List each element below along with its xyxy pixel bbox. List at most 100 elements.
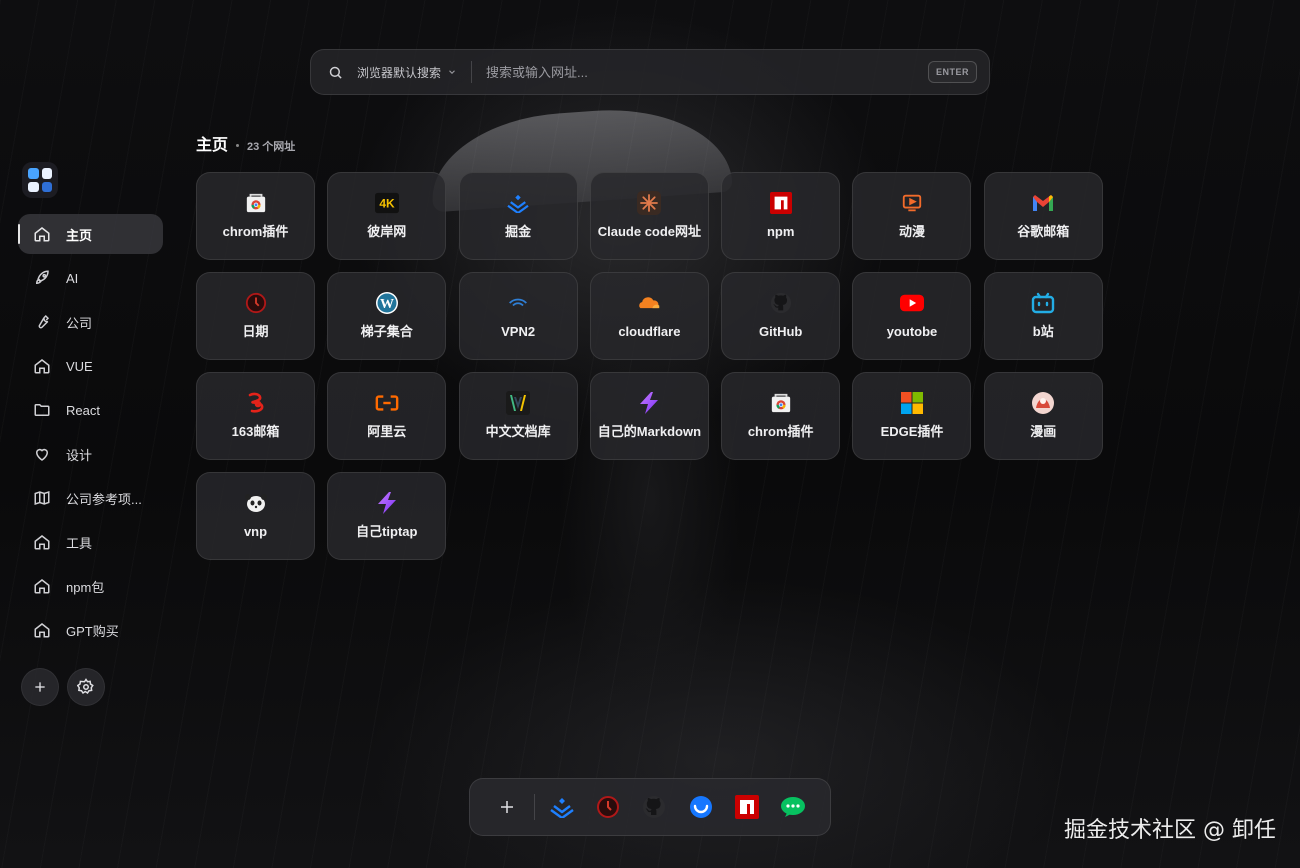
sidebar-item-label: AI bbox=[66, 270, 79, 286]
site-tile[interactable]: npm bbox=[721, 172, 841, 260]
dock-item-clock[interactable] bbox=[585, 783, 631, 831]
rocket-icon bbox=[32, 268, 52, 288]
sidebar-item-npm-packages[interactable]: npm包 bbox=[18, 566, 163, 606]
quick-dock bbox=[469, 778, 831, 836]
site-tile[interactable]: cloudflare bbox=[589, 272, 709, 360]
site-tile-label: 自己的Markdown bbox=[597, 423, 702, 439]
juejin-icon bbox=[550, 798, 574, 818]
npm-icon bbox=[734, 795, 759, 819]
site-count: 23 个网址 bbox=[247, 141, 296, 153]
search-engine-label: 浏览器默认搜索 bbox=[357, 65, 442, 80]
site-tile[interactable]: b站 bbox=[983, 272, 1103, 360]
site-tile-label: 阿里云 bbox=[367, 423, 407, 439]
npm-icon bbox=[769, 191, 793, 215]
site-tile-label: GitHub bbox=[759, 323, 803, 339]
dock-item-npm[interactable] bbox=[724, 783, 770, 831]
site-tile-label: EDGE插件 bbox=[880, 423, 944, 439]
site-tile-label: 梯子集合 bbox=[360, 323, 413, 339]
dock-item-github[interactable] bbox=[631, 783, 677, 831]
netease-icon bbox=[244, 391, 268, 415]
site-tile-label: b站 bbox=[1032, 323, 1054, 339]
separator-dot bbox=[236, 144, 240, 147]
site-tile[interactable]: 中文文档库 bbox=[458, 372, 578, 460]
site-grid: chrom插件 4K 彼岸网 掘金 Claude code网址 npm 动漫 谷… bbox=[196, 172, 1103, 560]
dock-item-smile[interactable] bbox=[678, 783, 724, 831]
bolt-icon bbox=[375, 491, 399, 515]
sidebar-item-react[interactable]: React bbox=[18, 390, 163, 430]
site-tile[interactable]: 动漫 bbox=[852, 172, 972, 260]
site-tile-label: vnp bbox=[243, 523, 268, 539]
search-icon bbox=[327, 64, 343, 80]
home-icon bbox=[32, 356, 52, 376]
site-tile-label: 自己tiptap bbox=[356, 523, 418, 539]
plus-icon bbox=[501, 801, 514, 813]
site-tile[interactable]: 自己的Markdown bbox=[589, 372, 709, 460]
site-tile-label: cloudflare bbox=[618, 323, 681, 339]
sidebar-item-company-reference[interactable]: 公司参考项... bbox=[18, 478, 163, 518]
juejin-icon bbox=[506, 191, 530, 215]
home-icon bbox=[32, 620, 52, 640]
sidebar-item-ai[interactable]: AI bbox=[18, 258, 163, 298]
site-tile[interactable]: 漫画 bbox=[983, 372, 1103, 460]
watermark: 掘金技术社区 @ 卸任 bbox=[1064, 818, 1276, 843]
site-tile[interactable]: Claude code网址 bbox=[589, 172, 709, 260]
dock-add-button[interactable] bbox=[484, 783, 530, 831]
dock-item-juejin[interactable] bbox=[539, 783, 585, 831]
sidebar-item-label: VUE bbox=[66, 358, 93, 374]
wordpress-icon: W bbox=[375, 291, 399, 315]
site-tile[interactable]: 日期 bbox=[196, 272, 315, 360]
windows-icon bbox=[900, 391, 924, 415]
cloudflare-icon bbox=[637, 291, 661, 315]
sidebar-item-label: React bbox=[66, 402, 100, 418]
settings-button[interactable] bbox=[67, 668, 105, 706]
sidebar-item-label: 公司 bbox=[66, 315, 93, 331]
site-tile[interactable]: vnp bbox=[196, 472, 315, 560]
site-tile[interactable]: chrom插件 bbox=[196, 172, 315, 260]
site-tile-label: youtobe bbox=[886, 323, 938, 339]
site-tile[interactable]: EDGE插件 bbox=[852, 372, 972, 460]
enter-key-hint[interactable]: ENTER bbox=[927, 61, 977, 83]
site-tile[interactable]: W 梯子集合 bbox=[327, 272, 447, 360]
sidebar-item-company[interactable]: 公司 bbox=[18, 302, 163, 342]
clock-icon bbox=[597, 796, 620, 818]
search-bar: 浏览器默认搜索 ENTER bbox=[310, 49, 990, 95]
app-logo[interactable] bbox=[22, 162, 58, 198]
dock-item-wechat[interactable] bbox=[770, 783, 816, 831]
site-tile[interactable]: 阿里云 bbox=[327, 372, 447, 460]
sidebar-item-label: 公司参考项... bbox=[66, 491, 142, 507]
site-tile[interactable]: GitHub bbox=[721, 272, 841, 360]
sidebar-item-label: 工具 bbox=[66, 535, 93, 551]
sidebar-item-tools[interactable]: 工具 bbox=[18, 522, 163, 562]
sidebar-item-vue[interactable]: VUE bbox=[18, 346, 163, 386]
dock-separator bbox=[534, 794, 536, 820]
site-tile[interactable]: 掘金 bbox=[458, 172, 578, 260]
vue-doc-icon bbox=[506, 390, 531, 415]
4k-icon: 4K bbox=[374, 191, 399, 215]
site-tile[interactable]: chrom插件 bbox=[721, 372, 841, 460]
sidebar-item-gpt-purchase[interactable]: GPT购买 bbox=[18, 610, 163, 650]
sidebar-item-home[interactable]: 主页 bbox=[18, 214, 163, 254]
plus-icon bbox=[35, 682, 45, 692]
wrench-icon bbox=[32, 312, 52, 332]
site-tile[interactable]: 谷歌邮箱 bbox=[983, 172, 1103, 260]
map-icon bbox=[32, 488, 52, 508]
search-input[interactable] bbox=[486, 64, 928, 80]
site-tile[interactable]: 4K 彼岸网 bbox=[327, 172, 447, 260]
site-tile[interactable]: youtobe bbox=[852, 272, 972, 360]
wifi-icon bbox=[506, 291, 530, 315]
site-tile-label: 动漫 bbox=[898, 223, 925, 239]
site-tile[interactable]: 163邮箱 bbox=[196, 372, 315, 460]
site-tile-label: VPN2 bbox=[501, 323, 536, 339]
smile-icon bbox=[689, 796, 712, 818]
site-tile[interactable]: 自己tiptap bbox=[327, 472, 447, 560]
bilibili-icon bbox=[1031, 291, 1055, 315]
svg-text:W: W bbox=[380, 297, 394, 312]
site-tile[interactable]: VPN2 bbox=[458, 272, 578, 360]
add-category-button[interactable] bbox=[21, 668, 59, 706]
manga-icon bbox=[1031, 391, 1055, 415]
tv-play-icon bbox=[900, 191, 924, 215]
github-icon bbox=[643, 796, 666, 818]
sidebar-item-design[interactable]: 设计 bbox=[18, 434, 163, 474]
site-tile-label: 日期 bbox=[242, 323, 269, 339]
search-engine-select[interactable]: 浏览器默认搜索 bbox=[357, 64, 457, 81]
